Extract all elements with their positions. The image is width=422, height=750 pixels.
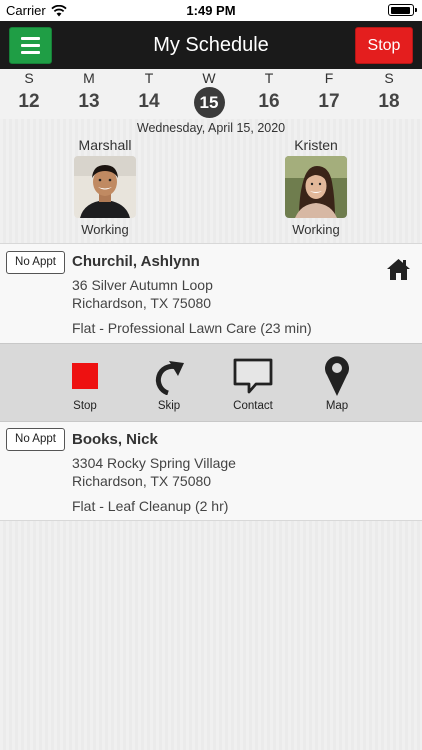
worker-status: Working	[292, 222, 340, 237]
day-friday[interactable]: F 17	[304, 69, 354, 117]
day-thursday[interactable]: T 16	[244, 69, 294, 117]
action-label: Contact	[233, 400, 273, 412]
appointment-card[interactable]: No Appt Churchil, Ashlynn 36 Silver Autu…	[0, 243, 422, 343]
address-line2: Richardson, TX 75080	[72, 473, 212, 489]
day-tuesday[interactable]: T 14	[124, 69, 174, 117]
hamburger-icon	[21, 37, 40, 40]
stop-action-button[interactable]: Stop	[50, 355, 120, 412]
day-letter: T	[264, 70, 274, 86]
day-saturday[interactable]: S 18	[364, 69, 414, 117]
service-description: Flat - Professional Lawn Care (23 min)	[72, 320, 312, 336]
day-wednesday-selected[interactable]: W 15	[184, 69, 234, 118]
app-header: My Schedule Stop	[0, 21, 422, 69]
stop-square-icon	[72, 363, 98, 389]
day-letter: T	[144, 70, 154, 86]
week-strip: S 12 M 13 T 14 W 15 T 16 F 17 S 18	[0, 69, 422, 119]
speech-bubble-icon	[233, 358, 273, 394]
day-sunday[interactable]: S 12	[4, 69, 54, 117]
page-title: My Schedule	[153, 33, 269, 56]
appointment-badge[interactable]: No Appt	[6, 251, 65, 274]
map-action-button[interactable]: Map	[302, 355, 372, 412]
day-letter: W	[202, 70, 216, 86]
customer-name: Churchil, Ashlynn	[72, 253, 200, 270]
map-pin-icon	[325, 356, 349, 396]
day-number: 17	[318, 91, 340, 112]
appointment-badge[interactable]: No Appt	[6, 428, 65, 451]
worker-marshall[interactable]: Marshall Working	[50, 137, 160, 237]
home-icon[interactable]	[386, 257, 411, 282]
action-label: Skip	[157, 400, 181, 412]
appointment-card[interactable]: No Appt Books, Nick 3304 Rocky Spring Vi…	[0, 422, 422, 521]
status-bar: Carrier 1:49 PM	[0, 0, 422, 21]
status-time: 1:49 PM	[186, 3, 236, 18]
address-line1: 36 Silver Autumn Loop	[72, 277, 213, 293]
day-monday[interactable]: M 13	[64, 69, 114, 117]
day-letter: S	[384, 70, 394, 86]
service-description: Flat - Leaf Cleanup (2 hr)	[72, 498, 229, 514]
redo-arrow-icon	[155, 361, 184, 395]
action-label: Map	[325, 400, 349, 412]
worker-kristen[interactable]: Kristen Working	[261, 137, 371, 237]
action-bar: Stop Skip Contact Map	[0, 343, 422, 422]
day-letter: S	[24, 70, 34, 86]
day-letter: F	[324, 70, 334, 86]
day-letter: M	[83, 70, 95, 86]
menu-button[interactable]	[9, 27, 52, 64]
day-number: 12	[18, 91, 40, 112]
action-label: Stop	[73, 400, 97, 412]
skip-action-button[interactable]: Skip	[134, 355, 204, 412]
day-number: 13	[78, 91, 100, 112]
day-number: 16	[258, 91, 280, 112]
worker-name: Kristen	[294, 137, 338, 153]
day-number: 18	[378, 91, 400, 112]
address-line1: 3304 Rocky Spring Village	[72, 455, 236, 471]
customer-name: Books, Nick	[72, 431, 158, 448]
day-number: 14	[138, 91, 160, 112]
battery-icon	[388, 4, 417, 16]
header-stop-button[interactable]: Stop	[355, 27, 413, 64]
avatar	[74, 156, 136, 218]
contact-action-button[interactable]: Contact	[218, 355, 288, 412]
day-number: 15	[193, 87, 225, 118]
worker-status: Working	[81, 222, 129, 237]
worker-name: Marshall	[78, 137, 132, 153]
address-line2: Richardson, TX 75080	[72, 295, 212, 311]
avatar	[285, 156, 347, 218]
selected-date: Wednesday, April 15, 2020	[136, 121, 286, 135]
